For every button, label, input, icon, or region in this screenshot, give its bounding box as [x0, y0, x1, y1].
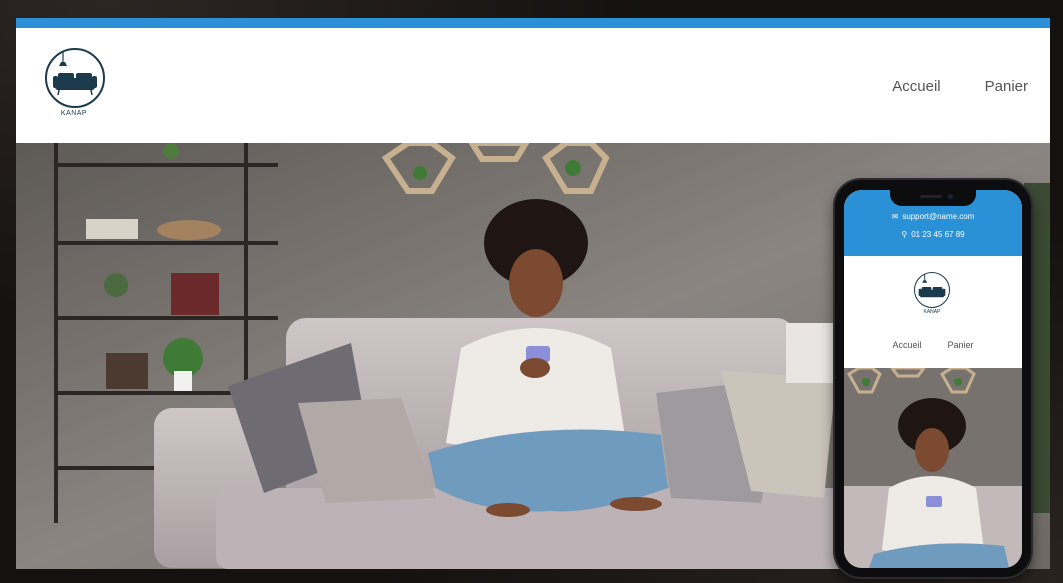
mobile-hero-image [844, 368, 1022, 568]
site-header: KANAP Accueil Panier [16, 28, 1050, 143]
mobile-phone-row[interactable]: ⚲ 01 23 45 67 89 [844, 230, 1022, 239]
mobile-brand-logo[interactable]: KANAP [913, 272, 953, 315]
mobile-header: KANAP Accueil Panier [844, 256, 1022, 368]
top-accent-bar [16, 18, 1050, 28]
brand-logo[interactable]: KANAP [44, 48, 108, 117]
mobile-brand-name: KANAP [923, 309, 941, 315]
phone-speaker [920, 195, 942, 198]
phone-camera [948, 194, 953, 199]
mobile-nav: Accueil Panier [844, 340, 1022, 350]
mobile-email: support@name.com [902, 212, 975, 221]
mobile-sofa-logo-icon [914, 272, 950, 308]
nav-cart-link[interactable]: Panier [985, 78, 1028, 95]
phone-notch [890, 190, 976, 206]
nav-home-link[interactable]: Accueil [892, 78, 940, 95]
mobile-nav-cart-link[interactable]: Panier [948, 340, 974, 350]
phone-mockup: ✉ support@name.com ⚲ 01 23 45 67 89 KANA… [835, 180, 1031, 577]
mobile-nav-home-link[interactable]: Accueil [892, 340, 921, 350]
mobile-phone: 01 23 45 67 89 [911, 230, 965, 239]
brand-name: KANAP [60, 110, 88, 117]
main-nav: Accueil Panier [892, 78, 1028, 95]
mobile-email-row[interactable]: ✉ support@name.com [844, 212, 1022, 221]
location-pin-icon: ⚲ [901, 230, 908, 239]
envelope-icon: ✉ [891, 212, 899, 221]
sofa-logo-icon [45, 48, 105, 108]
phone-screen: ✉ support@name.com ⚲ 01 23 45 67 89 KANA… [844, 190, 1022, 568]
